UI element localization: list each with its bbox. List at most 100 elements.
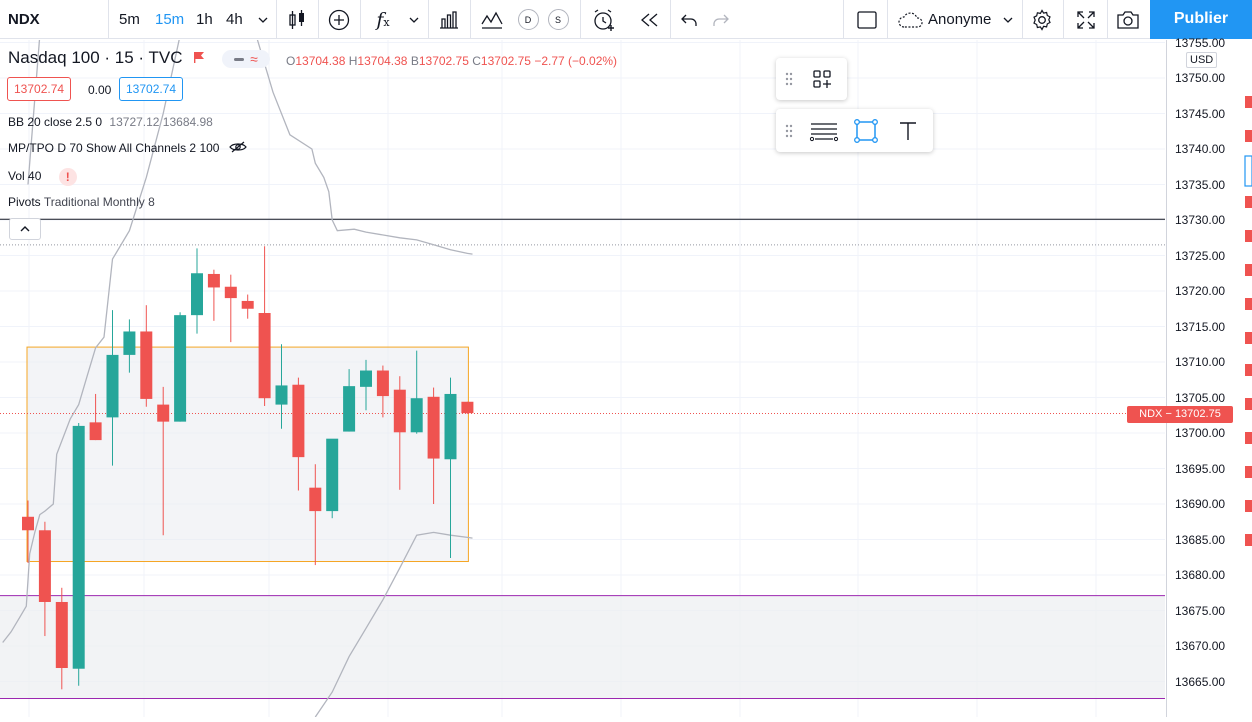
add-widget-icon[interactable] [802, 69, 842, 89]
buy-price-button[interactable]: 13702.74 [119, 77, 184, 101]
spread-value: 0.00 [88, 83, 112, 97]
price-tick-label: 13695.00 [1175, 461, 1226, 476]
price-tick-label: 13725.00 [1175, 248, 1226, 263]
interval-4h[interactable]: 4h [226, 0, 243, 39]
pivot-zone [0, 595, 1165, 699]
currency-label[interactable]: USD [1186, 52, 1218, 68]
price-tick-label: 13710.00 [1175, 355, 1226, 369]
price-tick-label: 13715.00 [1175, 319, 1226, 334]
indicators-dropdown-icon[interactable] [405, 0, 423, 39]
candle-body [427, 396, 440, 459]
indicators-icon[interactable]: fx [370, 0, 396, 39]
interval-1h[interactable]: 1h [196, 0, 213, 39]
divider [580, 0, 581, 39]
interval-dropdown-icon[interactable] [254, 0, 272, 39]
indicator-bb[interactable]: BB 20 close 2.5 0 13727.12 13684.98 [8, 115, 213, 129]
divider [887, 0, 888, 39]
drag-handle-icon[interactable] [776, 124, 802, 138]
price-tick-label: 13735.00 [1175, 177, 1226, 192]
layout-name[interactable]: Anonyme [928, 0, 991, 39]
line-style-icon[interactable] [802, 120, 846, 142]
top-toolbar: NDX 5m 15m 1h 4h fx D S Anonyme Publier [0, 0, 1252, 39]
ohlc-values: O13704.38 H13704.38 B13702.75 C13702.75 … [286, 54, 618, 68]
legend-toggle-button[interactable]: ≈ [222, 50, 270, 68]
indicator-vol[interactable]: Vol 40 ! [8, 168, 77, 186]
s-label: S [547, 9, 569, 30]
divider [843, 0, 844, 39]
price-tick-label: 13670.00 [1175, 639, 1226, 653]
candle-body [326, 438, 339, 512]
candles-icon[interactable] [284, 0, 310, 39]
drag-handle-icon[interactable] [776, 72, 802, 86]
candle-body [461, 401, 474, 414]
candle-body [157, 404, 170, 422]
interval-5m[interactable]: 5m [119, 0, 140, 39]
price-tick-label: 13675.00 [1175, 603, 1226, 618]
candle-body [38, 530, 51, 602]
candle-body [258, 313, 271, 399]
candle-body [241, 300, 254, 309]
cloud-icon [895, 0, 927, 39]
layout-dropdown-icon[interactable] [999, 0, 1017, 39]
right-side-strip [1243, 40, 1252, 717]
text-tool-icon[interactable] [886, 120, 930, 142]
hidden-eye-icon[interactable] [229, 141, 247, 156]
divider [1063, 0, 1064, 39]
collapse-legend-button[interactable] [9, 218, 41, 240]
candle [241, 294, 254, 319]
candle-body [360, 370, 372, 387]
indicator-pivots[interactable]: Pivots Traditional Monthly 8 [8, 195, 155, 209]
last-price-symbol: NDX [1139, 408, 1163, 420]
price-tick-label: 13685.00 [1175, 532, 1226, 547]
toggle-d-button[interactable]: D [516, 0, 540, 39]
fullscreen-layout-icon[interactable] [853, 0, 881, 39]
settings-gear-icon[interactable] [1028, 0, 1056, 39]
price-tick-label: 13700.00 [1175, 426, 1226, 440]
divider [1022, 0, 1023, 39]
undo-icon[interactable] [676, 0, 702, 39]
compare-add-icon[interactable] [326, 0, 352, 39]
chevron-up-icon [20, 226, 30, 232]
candle-body [410, 398, 423, 433]
warning-icon[interactable]: ! [58, 168, 77, 186]
sell-price-button[interactable]: 13702.74 [7, 77, 72, 101]
price-tick-label: 13740.00 [1175, 142, 1226, 156]
indicator-mptpo[interactable]: MP/TPO D 70 Show All Channels 2 100 [8, 141, 247, 156]
candle [326, 438, 339, 519]
interval-15m[interactable]: 15m [155, 0, 184, 39]
templates-icon[interactable] [478, 0, 506, 39]
candle-body [292, 384, 305, 458]
price-axis[interactable]: 13755.00 13750.00 13745.00 13740.00 13735.00… [1166, 36, 1243, 717]
candle-body [123, 331, 136, 355]
price-tick-label: 13730.00 [1175, 213, 1226, 227]
fullscreen-icon[interactable] [1072, 0, 1100, 39]
candle [224, 274, 237, 343]
rectangle-tool-icon[interactable] [846, 118, 886, 144]
symbol-search[interactable]: NDX [8, 0, 40, 39]
financials-icon[interactable] [436, 0, 462, 39]
price-tick-label: 13665.00 [1175, 674, 1226, 689]
toggle-s-button[interactable]: S [546, 0, 570, 39]
price-tick-label: 13745.00 [1175, 106, 1226, 121]
symbol-title: Nasdaq 100 · 15 · TVC [8, 48, 183, 67]
snapshot-camera-icon[interactable] [1114, 0, 1142, 39]
flag-icon[interactable] [193, 49, 205, 69]
last-price-badge: NDX − 13702.75 [1127, 406, 1233, 423]
candle-body [207, 273, 220, 288]
divider [108, 0, 109, 39]
bb-middle-line [256, 40, 473, 255]
publish-button[interactable]: Publier [1150, 0, 1252, 39]
price-tick-label: 13755.00 [1175, 35, 1226, 50]
legend-title[interactable]: Nasdaq 100 · 15 · TVC [8, 48, 205, 69]
divider [276, 0, 277, 39]
candle-body [140, 331, 153, 399]
price-tick-label: 13690.00 [1175, 497, 1226, 511]
candle [207, 269, 220, 321]
divider [318, 0, 319, 39]
price-tick-label: 13705.00 [1175, 390, 1226, 405]
d-label: D [517, 9, 539, 30]
divider [670, 0, 671, 39]
alert-clock-icon[interactable] [590, 0, 618, 39]
redo-icon[interactable] [708, 0, 734, 39]
replay-icon[interactable] [636, 0, 662, 39]
